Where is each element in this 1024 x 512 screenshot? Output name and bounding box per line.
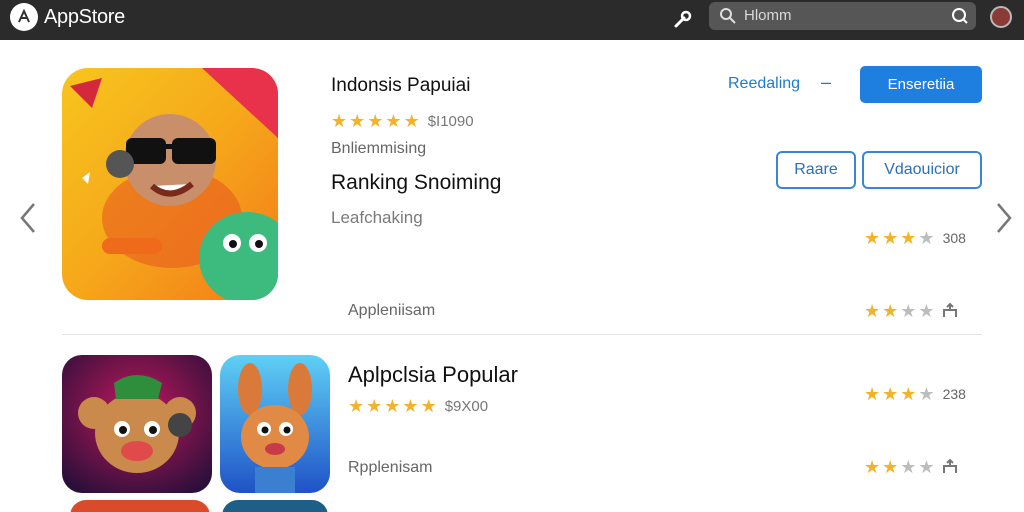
featured-price: $I1090 bbox=[427, 112, 474, 130]
primary-action-button[interactable]: Enseretiia bbox=[860, 66, 982, 103]
featured-app-title[interactable]: Indonsis Papuiai bbox=[331, 75, 470, 97]
app-icon[interactable] bbox=[62, 355, 212, 493]
star-icon: ★ bbox=[900, 228, 917, 248]
featured-link[interactable]: Reedaling bbox=[728, 75, 800, 93]
row-rating: ★ ★ ★ ★ bbox=[864, 458, 959, 476]
star-icon: ★ bbox=[420, 396, 437, 416]
featured-headline: Ranking Snoiming bbox=[331, 171, 502, 194]
star-icon: ★ bbox=[918, 301, 935, 321]
secondary-button-1[interactable]: Raare bbox=[776, 151, 856, 189]
star-icon: ★ bbox=[402, 396, 419, 416]
row-label: Rpplenisam bbox=[348, 459, 433, 476]
star-icon: ★ bbox=[864, 384, 881, 404]
rating-count: 308 bbox=[942, 230, 966, 246]
app-price: $9X00 bbox=[444, 397, 489, 415]
star-icon: ★ bbox=[918, 384, 935, 404]
star-icon: ★ bbox=[864, 301, 881, 321]
rating-count: 238 bbox=[942, 386, 966, 402]
row2-side-rating: ★ ★ ★ ★ 238 bbox=[864, 385, 966, 403]
featured-side-rating: ★ ★ ★ ★ 308 bbox=[864, 229, 966, 247]
star-icon: ★ bbox=[882, 457, 899, 477]
star-rating: ★ ★ ★ ★ bbox=[864, 302, 935, 320]
featured-app-icon[interactable] bbox=[62, 68, 278, 300]
app-title: AppStore bbox=[44, 6, 125, 28]
star-rating: ★ ★ ★ ★ bbox=[864, 385, 935, 403]
star-rating: ★ ★ ★ ★ bbox=[864, 458, 935, 476]
star-icon: ★ bbox=[367, 111, 384, 131]
search-bar[interactable]: Hlomm bbox=[709, 2, 976, 30]
appstore-logo-icon[interactable] bbox=[10, 3, 38, 31]
star-icon: ★ bbox=[403, 111, 420, 131]
chevron-left-icon[interactable] bbox=[16, 200, 40, 236]
link-dash: – bbox=[821, 72, 832, 92]
star-icon: ★ bbox=[384, 396, 401, 416]
star-icon: ★ bbox=[882, 228, 899, 248]
star-rating: ★ ★ ★ ★ ★ bbox=[348, 397, 437, 415]
app-title[interactable]: Aplpclsia Popular bbox=[348, 362, 518, 388]
star-icon: ★ bbox=[882, 301, 899, 321]
app-icon-partial[interactable] bbox=[70, 500, 210, 512]
wrench-icon[interactable] bbox=[672, 8, 694, 30]
star-icon: ★ bbox=[348, 396, 365, 416]
search-submit-icon[interactable] bbox=[949, 5, 971, 27]
profile-icon[interactable] bbox=[990, 6, 1012, 28]
star-icon: ★ bbox=[349, 111, 366, 131]
star-icon: ★ bbox=[882, 384, 899, 404]
top-bar: AppStore Hlomm bbox=[0, 0, 1024, 40]
app-icon[interactable] bbox=[220, 355, 330, 493]
featured-subtitle: Bnliemmising bbox=[331, 140, 427, 157]
star-icon: ★ bbox=[918, 457, 935, 477]
chevron-right-icon[interactable] bbox=[992, 200, 1016, 236]
search-input[interactable]: Hlomm bbox=[744, 7, 792, 24]
star-icon: ★ bbox=[918, 228, 935, 248]
share-icon[interactable] bbox=[941, 458, 959, 476]
star-icon: ★ bbox=[900, 301, 917, 321]
star-icon: ★ bbox=[900, 457, 917, 477]
share-icon[interactable] bbox=[941, 302, 959, 320]
star-icon: ★ bbox=[864, 457, 881, 477]
star-icon: ★ bbox=[864, 228, 881, 248]
divider bbox=[62, 334, 982, 335]
star-icon: ★ bbox=[900, 384, 917, 404]
star-rating: ★ ★ ★ ★ bbox=[864, 229, 935, 247]
secondary-button-2[interactable]: Vdaouicior bbox=[862, 151, 982, 189]
row-label: Appleniisam bbox=[348, 302, 436, 319]
app-rating: ★ ★ ★ ★ ★ $9X00 bbox=[348, 397, 488, 415]
featured-rating: ★ ★ ★ ★ ★ $I1090 bbox=[331, 112, 474, 130]
star-icon: ★ bbox=[385, 111, 402, 131]
star-rating: ★ ★ ★ ★ ★ bbox=[331, 112, 420, 130]
star-icon: ★ bbox=[366, 396, 383, 416]
featured-category: Leafchaking bbox=[331, 208, 423, 227]
star-icon: ★ bbox=[331, 111, 348, 131]
row-rating: ★ ★ ★ ★ bbox=[864, 302, 959, 320]
app-icon-partial[interactable] bbox=[222, 500, 328, 512]
search-icon bbox=[719, 7, 737, 25]
